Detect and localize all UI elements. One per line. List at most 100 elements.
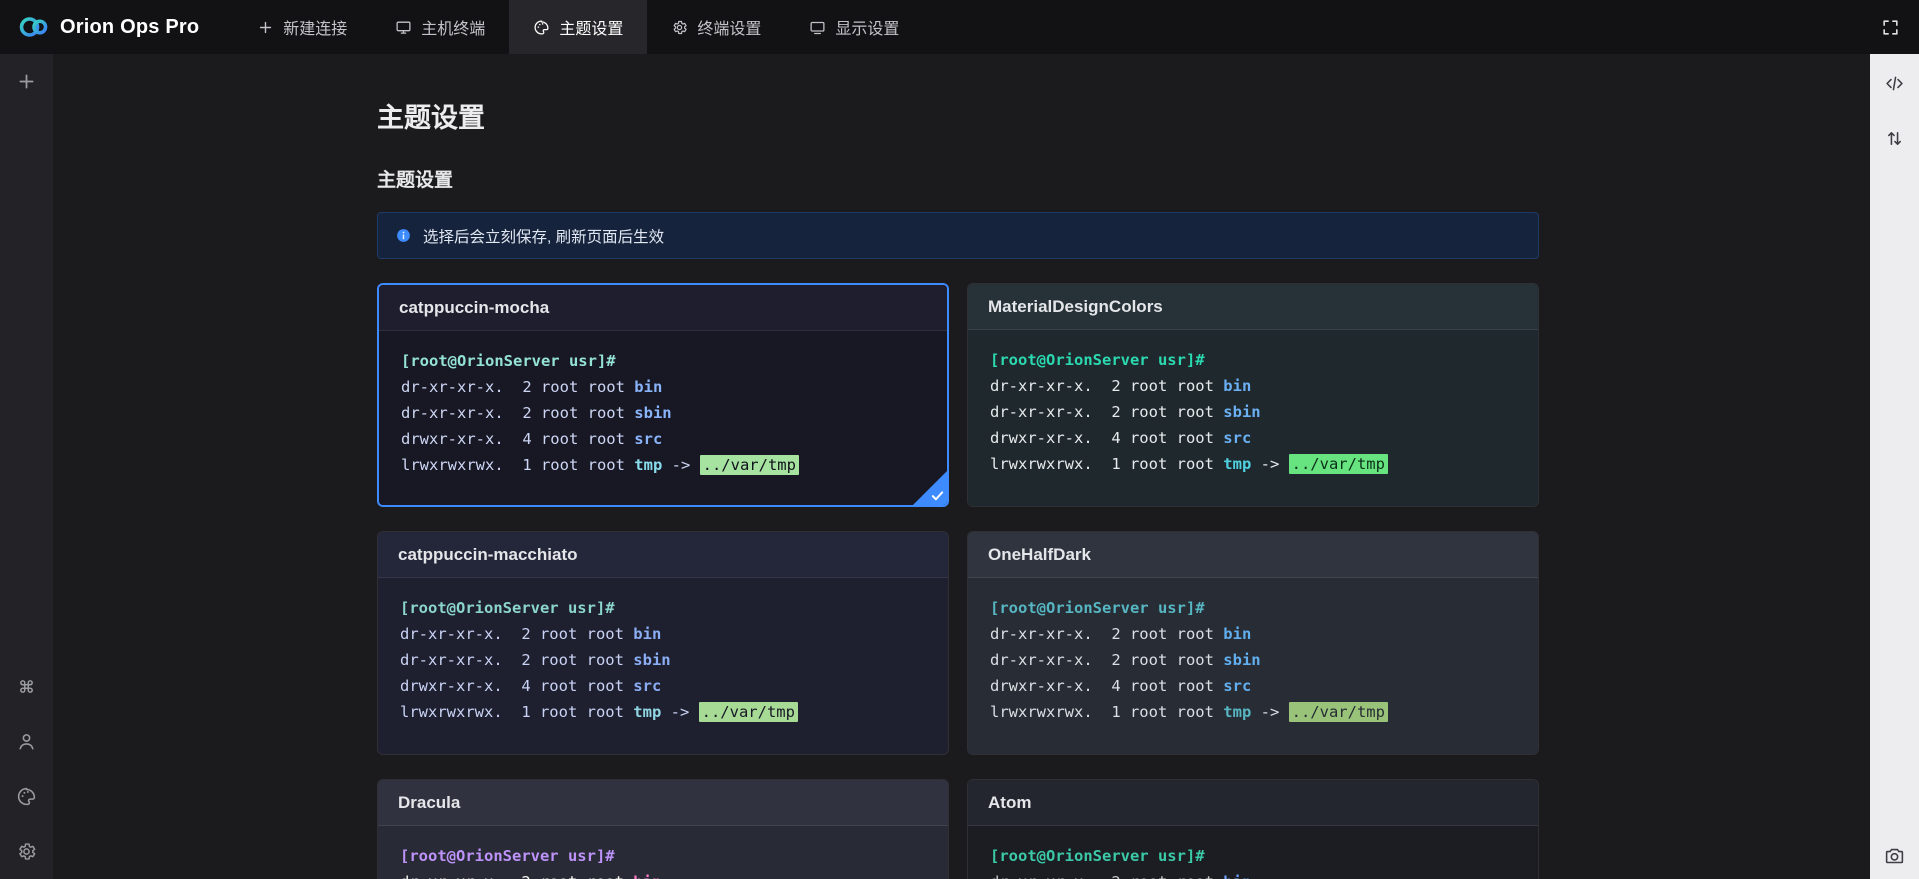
theme-card-header: Atom	[968, 780, 1538, 826]
brand: Orion Ops Pro	[0, 13, 219, 41]
display-icon	[809, 19, 826, 36]
terminal-line-symlink: lrwxrwxrwx. 1 root root tmp -> ../var/tm…	[990, 451, 1516, 477]
theme-card[interactable]: MaterialDesignColors [root@OrionServer u…	[967, 283, 1539, 507]
nav-item[interactable]: 主题设置	[509, 0, 647, 54]
theme-name: MaterialDesignColors	[988, 297, 1163, 317]
terminal-line: drwxr-xr-x. 4 root root src	[400, 673, 926, 699]
main-nav: 新建连接 主机终端 主题设置 终端设置 显示设置	[233, 0, 923, 54]
theme-name: catppuccin-macchiato	[398, 545, 578, 565]
theme-card[interactable]: Atom [root@OrionServer usr]#dr-xr-xr-x. …	[967, 779, 1539, 879]
terminal-line: dr-xr-xr-x. 2 root root sbin	[400, 647, 926, 673]
sort-icon	[1884, 128, 1905, 149]
gear-button[interactable]	[13, 837, 41, 865]
section-title: 主题设置	[377, 165, 1539, 192]
check-icon	[930, 488, 945, 503]
nav-item[interactable]: 终端设置	[647, 0, 785, 54]
theme-card[interactable]: Dracula [root@OrionServer usr]#dr-xr-xr-…	[377, 779, 949, 879]
theme-card[interactable]: OneHalfDark [root@OrionServer usr]#dr-xr…	[967, 531, 1539, 755]
theme-name: Atom	[988, 793, 1031, 813]
theme-card-header: MaterialDesignColors	[968, 284, 1538, 330]
sort-button[interactable]	[1881, 124, 1909, 152]
camera-icon	[1884, 845, 1905, 866]
terminal-preview: [root@OrionServer usr]#dr-xr-xr-x. 2 roo…	[378, 578, 948, 755]
user-button[interactable]	[13, 727, 41, 755]
theme-name: Dracula	[398, 793, 460, 813]
symlink-target: ../var/tmp	[1289, 702, 1388, 722]
code-button[interactable]	[1881, 69, 1909, 97]
info-icon	[395, 227, 412, 244]
monitor-icon	[395, 19, 412, 36]
top-navbar: Orion Ops Pro 新建连接 主机终端 主题设置 终端设置 显示设置	[0, 0, 1919, 54]
user-icon	[16, 731, 37, 752]
page-title: 主题设置	[377, 96, 1539, 135]
palette-icon	[16, 786, 37, 807]
theme-card-header: OneHalfDark	[968, 532, 1538, 578]
terminal-line-symlink: lrwxrwxrwx. 1 root root tmp -> ../var/tm…	[401, 452, 925, 478]
app-logo-icon	[18, 13, 50, 41]
symlink-target: ../var/tmp	[700, 455, 799, 475]
themes-grid: catppuccin-mocha [root@OrionServer usr]#…	[377, 283, 1539, 879]
nav-item-label: 主机终端	[421, 15, 485, 39]
right-rail	[1870, 54, 1919, 879]
terminal-line: dr-xr-xr-x. 2 root root bin	[400, 869, 926, 879]
terminal-line: dr-xr-xr-x. 2 root root bin	[990, 373, 1516, 399]
terminal-line: dr-xr-xr-x. 2 root root bin	[990, 621, 1516, 647]
terminal-line: drwxr-xr-x. 4 root root src	[990, 425, 1516, 451]
nav-item[interactable]: 新建连接	[233, 0, 371, 54]
palette-button[interactable]	[13, 782, 41, 810]
palette-icon	[533, 19, 550, 36]
command-icon	[16, 676, 37, 697]
code-icon	[1884, 73, 1905, 94]
nav-item[interactable]: 显示设置	[785, 0, 923, 54]
theme-name: catppuccin-mocha	[399, 298, 549, 318]
terminal-prompt: [root@OrionServer usr]#	[990, 843, 1516, 869]
terminal-line: dr-xr-xr-x. 2 root root bin	[401, 374, 925, 400]
theme-card[interactable]: catppuccin-macchiato [root@OrionServer u…	[377, 531, 949, 755]
theme-card-header: catppuccin-macchiato	[378, 532, 948, 578]
nav-item-label: 终端设置	[697, 15, 761, 39]
gear-icon	[671, 19, 688, 36]
nav-item[interactable]: 主机终端	[371, 0, 509, 54]
terminal-prompt: [root@OrionServer usr]#	[990, 347, 1516, 373]
terminal-line: dr-xr-xr-x. 2 root root bin	[400, 621, 926, 647]
fullscreen-icon	[1881, 18, 1900, 37]
terminal-line: drwxr-xr-x. 4 root root src	[990, 673, 1516, 699]
terminal-line: dr-xr-xr-x. 2 root root sbin	[990, 399, 1516, 425]
terminal-line: dr-xr-xr-x. 2 root root sbin	[401, 400, 925, 426]
app-title: Orion Ops Pro	[60, 16, 199, 39]
info-alert-text: 选择后会立刻保存, 刷新页面后生效	[423, 225, 664, 247]
gear-icon	[16, 841, 37, 862]
theme-name: OneHalfDark	[988, 545, 1091, 565]
command-button[interactable]	[13, 672, 41, 700]
terminal-prompt: [root@OrionServer usr]#	[990, 595, 1516, 621]
nav-item-label: 主题设置	[559, 15, 623, 39]
selected-corner	[913, 471, 947, 505]
terminal-prompt: [root@OrionServer usr]#	[400, 595, 926, 621]
terminal-prompt: [root@OrionServer usr]#	[400, 843, 926, 869]
info-alert: 选择后会立刻保存, 刷新页面后生效	[377, 212, 1539, 259]
nav-item-label: 新建连接	[283, 15, 347, 39]
terminal-preview: [root@OrionServer usr]#dr-xr-xr-x. 2 roo…	[968, 330, 1538, 507]
terminal-preview: [root@OrionServer usr]#dr-xr-xr-x. 2 roo…	[968, 578, 1538, 755]
terminal-line: drwxr-xr-x. 4 root root src	[401, 426, 925, 452]
main-content: 主题设置 主题设置 选择后会立刻保存, 刷新页面后生效 catppuccin-m…	[53, 54, 1870, 879]
theme-card[interactable]: catppuccin-mocha [root@OrionServer usr]#…	[377, 283, 949, 507]
terminal-prompt: [root@OrionServer usr]#	[401, 348, 925, 374]
symlink-target: ../var/tmp	[1289, 454, 1388, 474]
plus-icon	[257, 19, 274, 36]
left-rail	[0, 54, 53, 879]
nav-item-label: 显示设置	[835, 15, 899, 39]
terminal-preview: [root@OrionServer usr]#dr-xr-xr-x. 2 roo…	[379, 331, 947, 507]
plus-icon	[16, 71, 37, 92]
symlink-target: ../var/tmp	[699, 702, 798, 722]
camera-button[interactable]	[1881, 841, 1909, 869]
terminal-preview: [root@OrionServer usr]#dr-xr-xr-x. 2 roo…	[968, 826, 1538, 879]
theme-card-header: catppuccin-mocha	[379, 285, 947, 331]
plus-button[interactable]	[13, 67, 41, 95]
terminal-line: dr-xr-xr-x. 2 root root sbin	[990, 647, 1516, 673]
terminal-preview: [root@OrionServer usr]#dr-xr-xr-x. 2 roo…	[378, 826, 948, 879]
terminal-line-symlink: lrwxrwxrwx. 1 root root tmp -> ../var/tm…	[990, 699, 1516, 725]
terminal-line: dr-xr-xr-x. 2 root root bin	[990, 869, 1516, 879]
terminal-line-symlink: lrwxrwxrwx. 1 root root tmp -> ../var/tm…	[400, 699, 926, 725]
fullscreen-button[interactable]	[1877, 14, 1903, 40]
